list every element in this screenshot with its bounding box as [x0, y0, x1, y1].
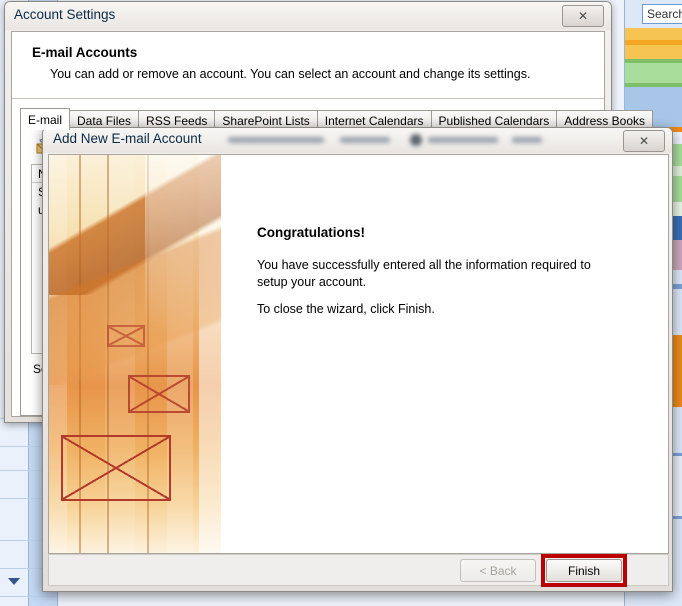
page-subtitle: You can add or remove an account. You ca…: [50, 67, 531, 81]
blurred-background-toolbar: [228, 129, 548, 151]
search-input[interactable]: Search: [642, 4, 682, 24]
close-icon[interactable]: ✕: [562, 5, 604, 27]
account-settings-header: E-mail Accounts You can add or remove an…: [12, 32, 604, 99]
wizard-content-area: Congratulations! You have successfully e…: [48, 154, 669, 554]
wizard-footer: < Back Finish: [48, 554, 669, 587]
account-settings-title: Account Settings: [14, 7, 116, 22]
account-settings-titlebar[interactable]: Account Settings ✕: [5, 2, 611, 30]
add-new-email-account-dialog: Add New E-mail Account ✕ Congratulations…: [42, 127, 673, 592]
calendar-appointment-band[interactable]: [625, 28, 682, 40]
finish-button-highlight-annotation: [541, 554, 627, 587]
triangle-down-icon: [8, 577, 20, 585]
envelope-icon: [61, 435, 171, 501]
wizard-close-instruction: To close the wizard, click Finish.: [257, 302, 435, 316]
back-button[interactable]: < Back: [460, 559, 536, 582]
calendar-appointment-band[interactable]: [625, 45, 682, 59]
calendar-appointment-band[interactable]: [625, 63, 682, 83]
congratulations-heading: Congratulations!: [257, 225, 365, 240]
tab-e-mail[interactable]: E-mail: [20, 108, 71, 130]
page-title: E-mail Accounts: [32, 45, 138, 60]
wizard-success-text: You have successfully entered all the in…: [257, 258, 591, 289]
calendar-scroll-down-button[interactable]: [4, 572, 24, 590]
wizard-titlebar[interactable]: Add New E-mail Account ✕: [43, 128, 672, 153]
envelope-icon: [49, 155, 221, 553]
envelope-icon: [107, 325, 145, 347]
close-icon[interactable]: ✕: [623, 130, 665, 152]
wizard-title: Add New E-mail Account: [53, 131, 202, 146]
envelope-icon: [128, 375, 190, 413]
